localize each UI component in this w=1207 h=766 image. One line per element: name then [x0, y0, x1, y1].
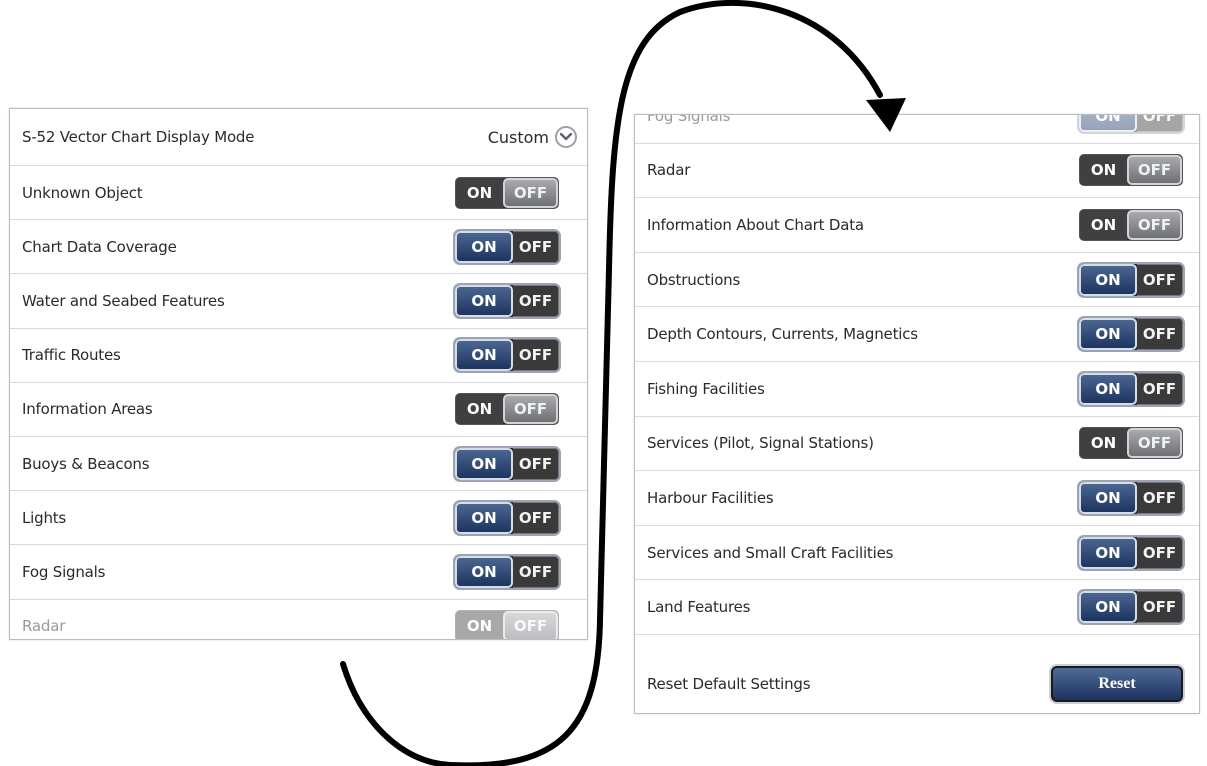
curved-arrow-icon: [340, 0, 906, 766]
